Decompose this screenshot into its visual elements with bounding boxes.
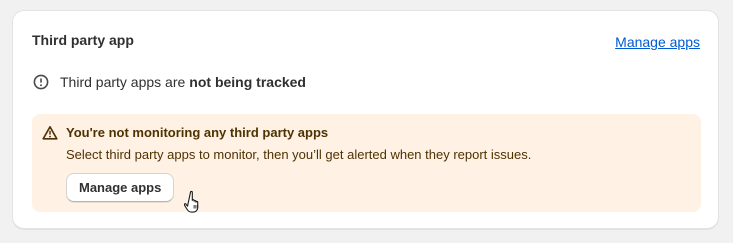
- warning-triangle-icon: [42, 125, 58, 141]
- manage-apps-button[interactable]: Manage apps: [66, 173, 175, 202]
- status-text: Third party apps are: [60, 74, 186, 90]
- tracking-status: Third party apps are not being tracked: [33, 74, 306, 90]
- manage-apps-link[interactable]: Manage apps: [615, 34, 700, 50]
- third-party-app-card: Third party app Manage apps Third party …: [12, 10, 719, 229]
- status-bold-text: not being tracked: [189, 74, 306, 90]
- banner-title: You're not monitoring any third party ap…: [66, 125, 329, 140]
- card-title: Third party app: [32, 32, 134, 48]
- banner-body: Select third party apps to monitor, then…: [66, 147, 532, 162]
- warning-banner: You're not monitoring any third party ap…: [32, 114, 701, 214]
- hand-pointer-cursor-icon: [183, 190, 206, 214]
- info-circle-icon: [33, 74, 49, 90]
